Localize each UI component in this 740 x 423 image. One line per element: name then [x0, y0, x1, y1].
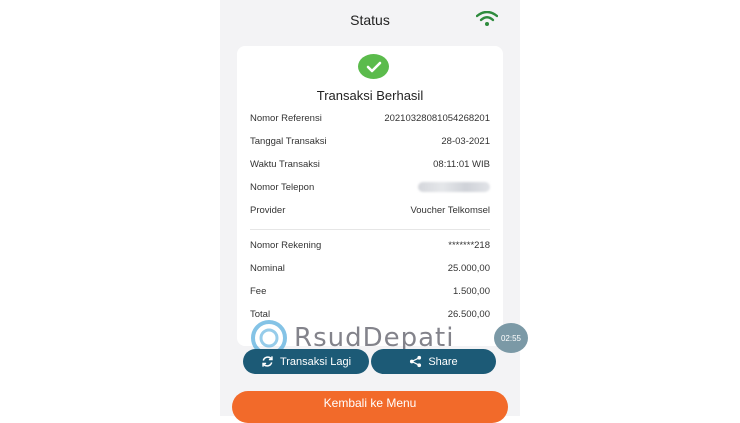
- row-value: Voucher Telkomsel: [410, 204, 490, 216]
- row-fee: Fee 1.500,00: [250, 283, 490, 299]
- refresh-icon: [262, 356, 273, 367]
- share-button[interactable]: Share: [371, 349, 496, 374]
- wifi-icon: [476, 11, 498, 26]
- share-label: Share: [428, 355, 458, 368]
- row-reference-number: Nomor Referensi 20210328081054268201: [250, 110, 490, 126]
- page-title: Status: [350, 12, 390, 28]
- row-value: 20210328081054268201: [384, 112, 490, 124]
- top-bar: Status: [220, 0, 520, 40]
- session-timer: 02:55: [494, 323, 528, 353]
- row-value: 1.500,00: [453, 285, 490, 297]
- back-to-menu-button[interactable]: Kembali ke Menu: [232, 391, 508, 423]
- receipt-card: Transaksi Berhasil Nomor Referensi 20210…: [237, 46, 503, 346]
- row-provider: Provider Voucher Telkomsel: [250, 202, 490, 218]
- row-total: Total 26.500,00: [250, 306, 490, 322]
- row-value: 26.500,00: [447, 308, 490, 320]
- back-to-menu-label: Kembali ke Menu: [323, 396, 417, 410]
- divider: [250, 229, 490, 230]
- transaksi-lagi-label: Transaksi Lagi: [279, 355, 352, 368]
- row-value: 25.000,00: [447, 262, 490, 274]
- row-label: Tanggal Transaksi: [250, 135, 327, 147]
- transaksi-lagi-button[interactable]: Transaksi Lagi: [243, 349, 369, 374]
- row-nominal: Nominal 25.000,00: [250, 260, 490, 276]
- row-value: *******218: [448, 239, 490, 251]
- success-check-icon: [358, 54, 389, 79]
- row-value: 28-03-2021: [441, 135, 490, 147]
- row-transaction-date: Tanggal Transaksi 28-03-2021: [250, 133, 490, 149]
- row-label: Total: [250, 308, 271, 320]
- row-label: Nomor Referensi: [250, 112, 322, 124]
- row-phone-number: Nomor Telepon: [250, 179, 490, 195]
- row-transaction-time: Waktu Transaksi 08:11:01 WIB: [250, 156, 490, 172]
- row-label: Nomor Rekening: [250, 239, 322, 251]
- transaction-status-heading: Transaksi Berhasil: [316, 88, 424, 103]
- row-label: Provider: [250, 204, 286, 216]
- row-value: 08:11:01 WIB: [433, 158, 490, 170]
- redacted-phone-value: [418, 182, 490, 192]
- share-icon: [410, 355, 422, 368]
- row-label: Nominal: [250, 262, 285, 274]
- row-label: Nomor Telepon: [250, 181, 315, 193]
- row-account-number: Nomor Rekening *******218: [250, 237, 490, 253]
- row-label: Fee: [250, 285, 267, 297]
- row-label: Waktu Transaksi: [250, 158, 320, 170]
